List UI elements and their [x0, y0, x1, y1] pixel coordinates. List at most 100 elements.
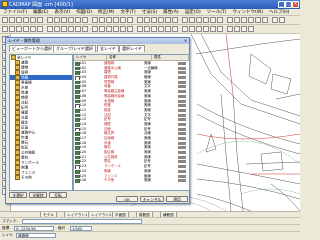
- main-tool-icon[interactable]: [151, 17, 157, 23]
- secondary-tool-icon[interactable]: [234, 26, 240, 32]
- secondary-tool-icon[interactable]: [9, 26, 15, 32]
- main-tool-icon[interactable]: [2, 17, 8, 23]
- secondary-tool-icon[interactable]: [75, 26, 81, 32]
- menu-item[interactable]: 作図(D): [73, 9, 95, 16]
- secondary-tool-icon[interactable]: [196, 26, 202, 32]
- secondary-tool-icon[interactable]: [182, 26, 188, 32]
- menu-item[interactable]: 設定(O): [182, 9, 204, 16]
- menu-item[interactable]: 表示(V): [51, 9, 73, 16]
- main-tool-icon[interactable]: [255, 17, 261, 23]
- secondary-tool-icon[interactable]: [241, 26, 247, 32]
- table-row[interactable]: L26 その他 実線: [74, 178, 189, 183]
- menu-item[interactable]: 属性(A): [160, 9, 182, 16]
- dialog-tab[interactable]: グループ/レイヤ選択: [53, 45, 96, 52]
- layer-color-swatch[interactable]: [178, 179, 186, 183]
- main-tool-icon[interactable]: [144, 17, 150, 23]
- menu-item[interactable]: 文字(T): [117, 9, 138, 16]
- main-tool-icon[interactable]: [217, 17, 223, 23]
- column-header[interactable]: 属性: [152, 55, 189, 60]
- main-tool-icon[interactable]: [82, 17, 88, 23]
- main-tool-icon[interactable]: [248, 17, 254, 23]
- main-tool-icon[interactable]: [54, 17, 60, 23]
- main-tool-icon[interactable]: [203, 17, 209, 23]
- secondary-tool-icon[interactable]: [137, 26, 143, 32]
- main-tool-icon[interactable]: [137, 17, 143, 23]
- layer-color-swatch[interactable]: [178, 169, 186, 173]
- layer-color-swatch[interactable]: [178, 113, 186, 117]
- dialog-tab[interactable]: 選択レイヤ: [119, 45, 145, 52]
- main-tool-icon[interactable]: [227, 17, 233, 23]
- layer-color-swatch[interactable]: [178, 127, 186, 131]
- main-tool-icon[interactable]: [262, 17, 268, 23]
- layer-color-swatch[interactable]: [178, 80, 186, 84]
- secondary-tool-icon[interactable]: [30, 26, 36, 32]
- main-tool-icon[interactable]: [68, 17, 74, 23]
- main-tool-icon[interactable]: [30, 17, 36, 23]
- main-tool-icon[interactable]: [241, 17, 247, 23]
- main-tool-icon[interactable]: [120, 17, 126, 23]
- layer-color-swatch[interactable]: [178, 104, 186, 108]
- main-tool-icon[interactable]: [106, 17, 112, 23]
- layer-color-swatch[interactable]: [178, 76, 186, 80]
- layer-color-swatch[interactable]: [178, 94, 186, 98]
- main-tool-icon[interactable]: [158, 17, 164, 23]
- main-tool-icon[interactable]: [272, 17, 278, 23]
- secondary-tool-icon[interactable]: [144, 26, 150, 32]
- secondary-tool-icon[interactable]: [120, 26, 126, 32]
- main-tool-icon[interactable]: [234, 17, 240, 23]
- secondary-tool-icon[interactable]: [106, 26, 112, 32]
- secondary-tool-icon[interactable]: [99, 26, 105, 32]
- dialog-close-icon[interactable]: ×: [183, 38, 188, 43]
- menu-item[interactable]: ヘルプ(H): [266, 9, 292, 16]
- dialog-button[interactable]: 全解除: [29, 192, 47, 198]
- layer-color-swatch[interactable]: [178, 62, 186, 65]
- layer-color-swatch[interactable]: [178, 137, 186, 140]
- layer-color-swatch[interactable]: [178, 160, 186, 164]
- layer-color-swatch[interactable]: [178, 165, 186, 169]
- main-tool-icon[interactable]: [23, 17, 29, 23]
- secondary-tool-icon[interactable]: [47, 26, 53, 32]
- maximize-icon[interactable]: □: [285, 1, 292, 8]
- layer-list[interactable]: レイヤ名称属性色 L01道路縁実線L02道路中心線一点鎖線L03建物実線L04建…: [73, 54, 190, 191]
- column-header[interactable]: 色: [189, 55, 190, 60]
- secondary-tool-icon[interactable]: [61, 26, 67, 32]
- secondary-tool-icon[interactable]: [82, 26, 88, 32]
- main-tool-icon[interactable]: [9, 17, 15, 23]
- main-tool-icon[interactable]: [172, 17, 178, 23]
- layer-color-swatch[interactable]: [178, 85, 186, 89]
- dialog-tab[interactable]: 全レイヤ: [97, 45, 119, 52]
- column-header[interactable]: 名称: [107, 55, 152, 60]
- menu-item[interactable]: 編集(E): [30, 9, 51, 16]
- layer-color-swatch[interactable]: [178, 146, 186, 150]
- secondary-tool-icon[interactable]: [248, 26, 254, 32]
- dialog-button[interactable]: キャンセル: [140, 196, 164, 202]
- secondary-tool-icon[interactable]: [113, 26, 119, 32]
- secondary-tool-icon[interactable]: [227, 26, 233, 32]
- menu-item[interactable]: ファイル(F): [0, 9, 30, 16]
- layer-tree[interactable]: 全レイヤ 道路 建物 境界 地番 等高線 水部 鉄道 橋梁 注記 記号 擁壁 法面 植生 区画 道路中心 歩道縁…: [9, 54, 73, 191]
- layer-color-swatch[interactable]: [178, 90, 186, 94]
- secondary-tool-icon[interactable]: [16, 26, 22, 32]
- minimize-icon[interactable]: _: [278, 1, 285, 8]
- menu-item[interactable]: ツール(T): [204, 9, 230, 16]
- main-tool-icon[interactable]: [16, 17, 22, 23]
- close-icon[interactable]: ×: [292, 1, 299, 8]
- secondary-tool-icon[interactable]: [23, 26, 29, 32]
- main-tool-icon[interactable]: [92, 17, 98, 23]
- dialog-button[interactable]: 全選択: [9, 192, 27, 198]
- secondary-tool-icon[interactable]: [2, 26, 8, 32]
- secondary-tool-icon[interactable]: [203, 26, 209, 32]
- secondary-tool-icon[interactable]: [217, 26, 223, 32]
- layer-color-swatch[interactable]: [178, 71, 186, 75]
- layer-color-swatch[interactable]: [178, 118, 186, 122]
- main-tool-icon[interactable]: [127, 17, 133, 23]
- secondary-tool-icon[interactable]: [158, 26, 164, 32]
- secondary-tool-icon[interactable]: [92, 26, 98, 32]
- main-tool-icon[interactable]: [165, 17, 171, 23]
- dialog-button[interactable]: 適用: [166, 196, 188, 202]
- layer-color-swatch[interactable]: [178, 122, 186, 126]
- secondary-tool-icon[interactable]: [189, 26, 195, 32]
- secondary-tool-icon[interactable]: [151, 26, 157, 32]
- secondary-tool-icon[interactable]: [37, 26, 43, 32]
- main-tool-icon[interactable]: [196, 17, 202, 23]
